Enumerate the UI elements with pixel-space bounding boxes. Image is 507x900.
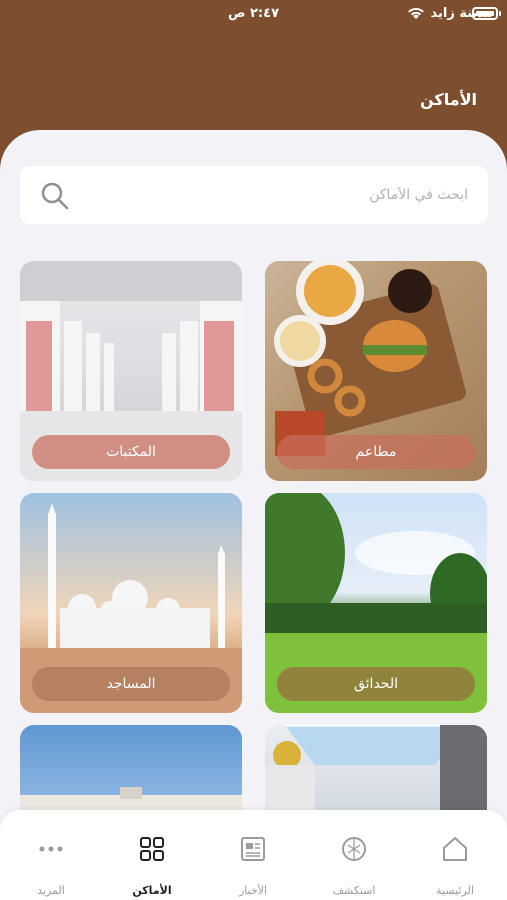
more-icon [39, 846, 63, 852]
tab-label: الأخبار [238, 884, 268, 897]
category-card-parks[interactable]: الحدائق [265, 493, 487, 713]
battery-cap [499, 11, 501, 16]
tab-label: المزيد [37, 884, 65, 897]
home-icon [443, 837, 467, 861]
search-input[interactable] [108, 166, 468, 224]
category-card-restaurants[interactable]: مطاعم [265, 261, 487, 481]
tab-more[interactable]: المزيد [1, 810, 101, 900]
tab-label: الرئيسية [436, 884, 474, 897]
tab-label: الأماكن [132, 884, 172, 897]
category-card-libraries[interactable]: المكتبات [20, 261, 242, 481]
status-bar: مدينة زايد ٢:٤٧ ص [0, 0, 507, 28]
category-label: المكتبات [32, 435, 230, 469]
tab-explore[interactable]: استكشف [304, 810, 404, 900]
explore-icon [342, 837, 366, 861]
tab-label: استكشف [332, 884, 376, 897]
search-icon[interactable] [40, 181, 70, 211]
grid-icon [140, 837, 164, 861]
tab-places[interactable]: الأماكن [102, 810, 202, 900]
category-label: مطاعم [277, 435, 475, 469]
tab-home[interactable]: الرئيسية [405, 810, 505, 900]
category-label: المساجد [32, 667, 230, 701]
search-bar[interactable] [20, 166, 488, 224]
page-title: الأماكن [419, 90, 477, 109]
battery-icon [472, 7, 498, 20]
tab-bar: الرئيسية استكشف الأخبار الأماكن المزيد [0, 810, 507, 900]
news-icon [241, 837, 265, 861]
category-card-mosques[interactable]: المساجد [20, 493, 242, 713]
tab-news[interactable]: الأخبار [203, 810, 303, 900]
category-label: الحدائق [277, 667, 475, 701]
status-time: ٢:٤٧ ص [227, 6, 280, 21]
